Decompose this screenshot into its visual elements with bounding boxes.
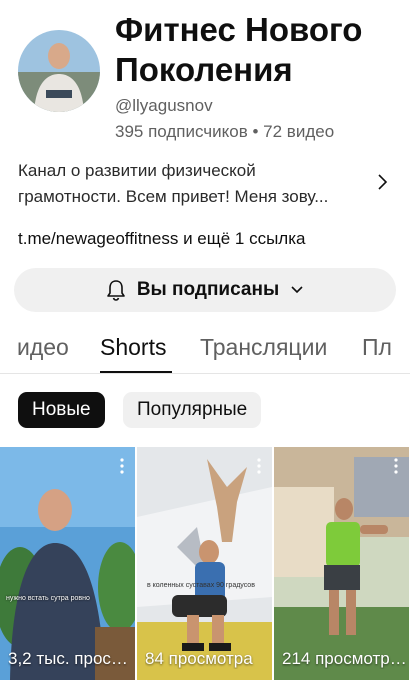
more-options-icon[interactable] [119,457,125,475]
chevron-down-icon [291,286,303,294]
channel-avatar[interactable] [18,30,100,112]
channel-tabs: идео Shorts Трансляции Пл [0,322,410,374]
short-card[interactable]: нужно встать сутра ровно 3,2 тыс. просмо… [0,447,135,680]
channel-description[interactable]: Канал о развитии физической грамотности.… [18,158,363,210]
tab-shorts[interactable]: Shorts [100,334,166,361]
channel-links[interactable]: t.me/newageoffitness и ещё 1 ссылка [18,229,306,249]
chip-popular[interactable]: Популярные [123,392,262,428]
channel-header: Фитнес Нового Поколения @llyagusnov 395 … [0,0,410,150]
tab-live[interactable]: Трансляции [200,334,327,361]
short-thumbnail [0,447,135,680]
chip-newest[interactable]: Новые [18,392,105,428]
short-card[interactable]: 214 просмотров [274,447,409,680]
short-thumbnail [274,447,409,680]
more-links-text[interactable]: и ещё 1 ссылка [178,229,305,248]
channel-title: Фитнес Нового Поколения [115,11,363,88]
more-options-icon[interactable] [393,457,399,475]
short-views: 3,2 тыс. просмотров [8,649,133,668]
short-views: 214 просмотров [282,649,407,668]
channel-stats: 395 подписчиков • 72 видео [115,122,335,141]
more-options-icon[interactable] [256,457,262,475]
subscribed-label: Вы подписаны [136,279,280,300]
subscribed-button[interactable]: Вы подписаны [14,268,396,312]
channel-handle: @llyagusnov [115,96,213,115]
shorts-grid: нужно встать сутра ровно 3,2 тыс. просмо… [0,447,410,680]
bell-icon [107,280,125,301]
chevron-right-icon[interactable] [374,170,392,194]
short-views: 84 просмотра [145,649,253,668]
short-card[interactable]: в коленных суставах 90 градусов 84 просм… [137,447,272,680]
channel-link[interactable]: t.me/newageoffitness [18,229,178,248]
tab-playlists[interactable]: Пл [362,334,392,361]
active-tab-indicator [100,371,172,373]
short-caption: в коленных суставах 90 градусов [147,582,255,589]
short-caption: нужно встать сутра ровно [6,595,90,602]
short-thumbnail [137,447,272,680]
tab-videos[interactable]: идео [17,334,69,361]
